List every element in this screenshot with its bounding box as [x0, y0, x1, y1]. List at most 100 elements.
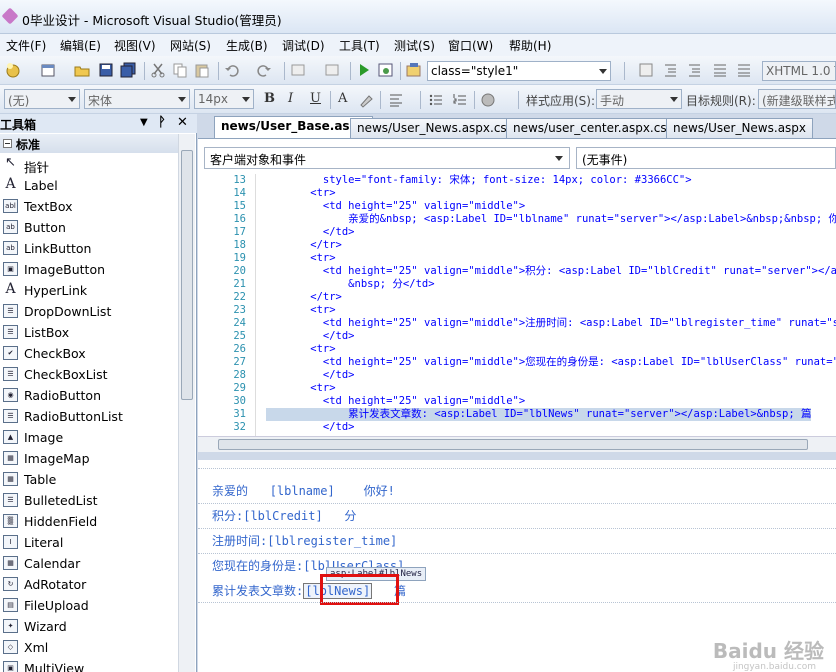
- code-line[interactable]: 16 亲爱的&nbsp; <asp:Label ID="lblname" run…: [198, 213, 836, 226]
- tab-user-center-aspx-cs[interactable]: news/user_center.aspx.cs: [506, 118, 674, 138]
- code-line[interactable]: 25 </td>: [198, 330, 836, 343]
- toolbox-item-adrotator[interactable]: ↻ AdRotator: [0, 574, 178, 595]
- menu-debug[interactable]: 调试(D): [282, 37, 325, 54]
- toolbox-item-radiobutton[interactable]: ◉ RadioButton: [0, 385, 178, 406]
- numbered-list-icon[interactable]: [452, 92, 468, 108]
- style-builder-icon[interactable]: [406, 62, 422, 78]
- code-line[interactable]: 19 <tr>: [198, 252, 836, 265]
- scrollbar-thumb[interactable]: [181, 150, 193, 400]
- start-debugging-icon[interactable]: [356, 62, 372, 78]
- menu-build[interactable]: 生成(B): [226, 37, 268, 54]
- source-code-editor[interactable]: 13 style="font-family: 宋体; font-size: 14…: [198, 174, 836, 436]
- navigate-forward-icon[interactable]: [324, 62, 340, 78]
- tab-user-news-aspx[interactable]: news/User_News.aspx: [666, 118, 814, 138]
- save-icon[interactable]: [98, 62, 114, 78]
- label-lblcredit[interactable]: [lblCredit]: [243, 509, 322, 523]
- code-line[interactable]: 24 <td height="25" valign="middle">注册时间:…: [198, 317, 836, 330]
- underline-icon[interactable]: U: [310, 91, 321, 106]
- tab-user-news-aspx-cs[interactable]: news/User_News.aspx.cs: [350, 118, 514, 138]
- undo-icon[interactable]: [224, 62, 240, 78]
- code-line[interactable]: 21 &nbsp; 分</td>: [198, 278, 836, 291]
- code-line[interactable]: 22 </tr>: [198, 291, 836, 304]
- target-rule-combo[interactable]: (新建级联样式: [758, 89, 836, 109]
- events-combo[interactable]: (无事件): [576, 147, 836, 169]
- toolbox-item-textbox[interactable]: abl TextBox: [0, 196, 178, 217]
- toolbox-item-listbox[interactable]: ☰ ListBox: [0, 322, 178, 343]
- highlight-icon[interactable]: [358, 92, 374, 108]
- code-line[interactable]: 17 </td>: [198, 226, 836, 239]
- code-line[interactable]: 31 累计发表文章数: <asp:Label ID="lblNews" runa…: [198, 408, 836, 421]
- font-name-combo[interactable]: 宋体: [84, 89, 190, 109]
- code-line[interactable]: 14 <tr>: [198, 187, 836, 200]
- copy-icon[interactable]: [172, 62, 188, 78]
- window-position-icon[interactable]: ▼: [140, 117, 148, 128]
- toolbox-scrollbar[interactable]: [178, 134, 195, 672]
- code-line[interactable]: 29 <tr>: [198, 382, 836, 395]
- toolbox-item-checkbox[interactable]: ✔ CheckBox: [0, 343, 178, 364]
- add-item-icon[interactable]: [40, 62, 56, 78]
- menu-file[interactable]: 文件(F): [6, 37, 46, 54]
- menu-edit[interactable]: 编辑(E): [60, 37, 101, 54]
- toolbox-item-checkboxlist[interactable]: ☰ CheckBoxList: [0, 364, 178, 385]
- toolbox-item-radiobuttonlist[interactable]: ☰ RadioButtonList: [0, 406, 178, 427]
- block-format-combo[interactable]: (无): [4, 89, 80, 109]
- code-line[interactable]: 26 <tr>: [198, 343, 836, 356]
- toolbox-item-dropdownlist[interactable]: ☰ DropDownList: [0, 301, 178, 322]
- redo-icon[interactable]: [256, 62, 272, 78]
- css-class-combo[interactable]: class="style1": [427, 61, 611, 81]
- toolbox-item-wizard[interactable]: ✦ Wizard: [0, 616, 178, 637]
- toolbox-item-multiview[interactable]: ▣ MultiView: [0, 658, 178, 672]
- code-line[interactable]: 27 <td height="25" valign="middle">您现在的身…: [198, 356, 836, 369]
- new-project-icon[interactable]: [5, 62, 21, 78]
- code-line[interactable]: 13 style="font-family: 宋体; font-size: 14…: [198, 174, 836, 187]
- toolbox-group-standard[interactable]: 标准: [0, 134, 178, 153]
- open-file-icon[interactable]: [74, 62, 90, 78]
- toolbox-item-image[interactable]: ▲ Image: [0, 427, 178, 448]
- label-lblregister-time[interactable]: [lblregister_time]: [267, 534, 397, 548]
- code-line[interactable]: 18 </tr>: [198, 239, 836, 252]
- uncomment-lines-icon[interactable]: [736, 62, 752, 78]
- properties-grid-icon[interactable]: [638, 62, 654, 78]
- horizontal-scrollbar-thumb[interactable]: [218, 439, 808, 450]
- doctype-combo[interactable]: XHTML 1.0 T: [762, 61, 836, 81]
- font-color-icon[interactable]: A: [338, 91, 347, 106]
- align-icon[interactable]: [388, 92, 404, 108]
- collapse-icon[interactable]: [3, 139, 12, 148]
- cut-icon[interactable]: [150, 62, 166, 78]
- toolbox-item-hyperlink[interactable]: A HyperLink: [0, 280, 178, 301]
- code-line[interactable]: 20 <td height="25" valign="middle">积分: <…: [198, 265, 836, 278]
- insert-icon[interactable]: [480, 92, 496, 108]
- style-apply-combo[interactable]: 手动: [596, 89, 682, 109]
- navigate-backward-icon[interactable]: [290, 62, 306, 78]
- toolbox-item-button[interactable]: ab Button: [0, 217, 178, 238]
- close-icon[interactable]: ✕: [177, 115, 188, 130]
- menu-window[interactable]: 窗口(W): [448, 37, 493, 54]
- auto-hide-pin-icon[interactable]: ᚹ: [158, 115, 166, 130]
- toolbox-item-xml[interactable]: ◇ Xml: [0, 637, 178, 658]
- bulleted-list-icon[interactable]: [428, 92, 444, 108]
- label-lblname[interactable]: [lblname]: [270, 484, 335, 498]
- horizontal-scrollbar[interactable]: [198, 436, 836, 452]
- view-in-browser-icon[interactable]: [378, 62, 394, 78]
- paste-icon[interactable]: [194, 62, 210, 78]
- bold-icon[interactable]: B: [264, 91, 275, 106]
- client-objects-combo[interactable]: 客户端对象和事件: [204, 147, 570, 169]
- toolbox-item-hiddenfield[interactable]: ▒ HiddenField: [0, 511, 178, 532]
- toolbox-item-bulletedlist[interactable]: ☰ BulletedList: [0, 490, 178, 511]
- code-line[interactable]: 15 <td height="25" valign="middle">: [198, 200, 836, 213]
- menu-test[interactable]: 测试(S): [394, 37, 435, 54]
- toolbox-item-imagebutton[interactable]: ▣ ImageButton: [0, 259, 178, 280]
- toolbox-item-label[interactable]: A Label: [0, 175, 178, 196]
- toolbox-item-linkbutton[interactable]: ab LinkButton: [0, 238, 178, 259]
- toolbox-item-literal[interactable]: Ⅰ Literal: [0, 532, 178, 553]
- menu-website[interactable]: 网站(S): [170, 37, 211, 54]
- italic-icon[interactable]: I: [288, 91, 293, 106]
- code-line[interactable]: 23 <tr>: [198, 304, 836, 317]
- code-line[interactable]: 30 <td height="25" valign="middle">: [198, 395, 836, 408]
- decrease-indent-icon[interactable]: [662, 62, 678, 78]
- toolbox-item-指针[interactable]: ↖ 指针: [0, 154, 178, 175]
- toolbox-item-imagemap[interactable]: ▦ ImageMap: [0, 448, 178, 469]
- code-line[interactable]: 32 </td>: [198, 421, 836, 434]
- menu-help[interactable]: 帮助(H): [509, 37, 551, 54]
- code-line[interactable]: 28 </td>: [198, 369, 836, 382]
